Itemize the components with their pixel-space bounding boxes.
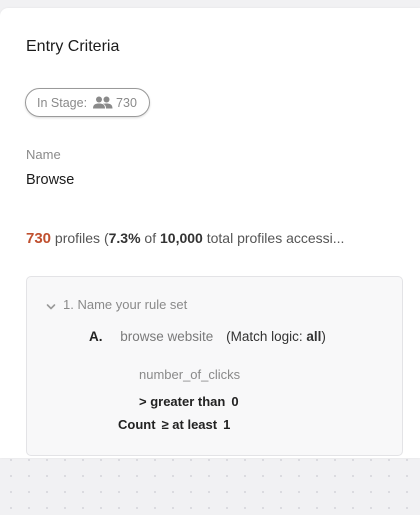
panel-title: Entry Criteria [26,38,120,55]
rule-row: A. browse website (Match logic: all) [89,329,326,344]
rule-set-box: 1. Name your rule set A. browse website … [26,276,403,456]
profiles-text-prefix: profiles ( [54,230,109,246]
in-stage-badge[interactable]: In Stage: 730 [25,88,150,117]
profiles-text-suffix: total profiles accessi... [206,230,345,246]
match-logic-suffix: ) [321,329,326,344]
profiles-text-of: of [144,230,157,246]
people-icon [92,96,113,109]
rule-set-title: 1. Name your rule set [63,297,188,312]
match-logic-value: all [306,329,322,344]
count-label: Count [118,417,156,432]
rule-letter: A. [89,329,103,344]
rule-name: browse website [120,329,214,344]
profiles-count: 730 [26,230,52,247]
condition-operator: > greater than [139,394,226,409]
property-name: number_of_clicks [139,367,241,382]
name-value: Browse [26,172,75,188]
count-operator: ≥ at least [161,417,218,432]
condition: > greater than 0 [139,394,239,409]
rule-set-header[interactable]: 1. Name your rule set [46,297,187,312]
condition-operand: 0 [231,394,239,409]
profiles-percent: 7.3% [108,230,141,246]
match-logic-prefix: (Match logic: [226,329,303,344]
entry-criteria-panel: Entry Criteria In Stage: 730 Name Browse… [0,8,420,458]
in-stage-label: In Stage: [37,95,88,110]
count-condition: Count ≥ at least 1 [118,417,230,432]
match-logic: (Match logic: all) [226,329,326,344]
profiles-summary: 730 profiles (7.3% of 10,000 total profi… [26,230,406,247]
count-value: 1 [223,417,231,432]
in-stage-count: 730 [116,95,137,110]
profiles-total: 10,000 [160,230,203,246]
name-label: Name [26,147,61,162]
chevron-down-icon[interactable] [46,300,56,310]
